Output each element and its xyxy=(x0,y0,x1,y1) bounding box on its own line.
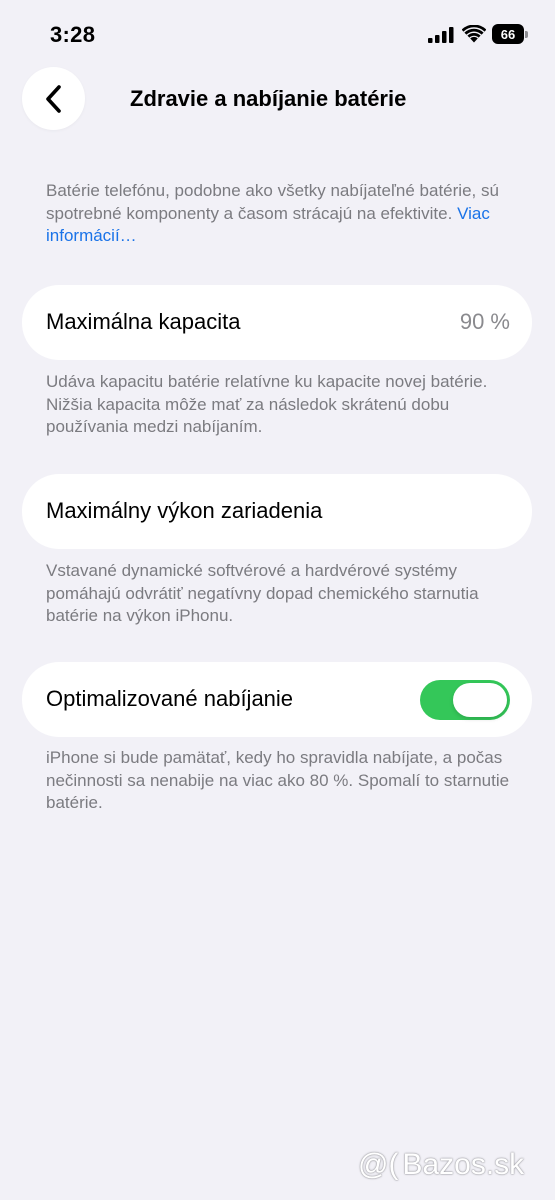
battery-icon: 66 xyxy=(492,24,528,44)
battery-cap xyxy=(525,31,528,38)
intro-text: Batérie telefónu, podobne ako všetky nab… xyxy=(46,180,516,248)
watermark-logo-icon: @( xyxy=(358,1148,399,1181)
intro-description: Batérie telefónu, podobne ako všetky nab… xyxy=(46,181,499,223)
watermark-text: Bazos.sk xyxy=(402,1148,525,1181)
watermark: @( Bazos.sk xyxy=(358,1148,524,1182)
battery-level: 66 xyxy=(492,24,524,44)
peak-performance-footnote: Vstavané dynamické softvérové a hardvéro… xyxy=(46,561,479,625)
peak-performance-cell[interactable]: Maximálny výkon zariadenia xyxy=(22,474,532,549)
optimized-charging-label: Optimalizované nabíjanie xyxy=(46,686,294,711)
signal-icon xyxy=(428,27,454,43)
peak-performance-label: Maximálny výkon zariadenia xyxy=(46,498,323,523)
status-time: 3:28 xyxy=(50,22,96,47)
optimized-charging-cell: Optimalizované nabíjanie xyxy=(22,662,532,737)
optimized-charging-toggle[interactable] xyxy=(420,680,510,720)
optimized-charging-footnote: iPhone si bude pamätať, kedy ho spravidl… xyxy=(46,748,510,812)
max-capacity-footnote: Udáva kapacitu batérie relatívne ku kapa… xyxy=(46,372,488,436)
toggle-knob xyxy=(453,683,507,717)
chevron-left-icon xyxy=(45,84,61,113)
wifi-icon xyxy=(462,25,486,43)
max-capacity-label: Maximálna kapacita xyxy=(46,309,241,334)
status-bar: 3:28 66 xyxy=(0,0,555,70)
max-capacity-value: 90 % xyxy=(459,309,510,334)
back-button[interactable] xyxy=(22,67,85,130)
page-title: Zdravie a nabíjanie batérie xyxy=(130,86,407,111)
max-capacity-cell: Maximálna kapacita 90 % xyxy=(22,285,532,360)
